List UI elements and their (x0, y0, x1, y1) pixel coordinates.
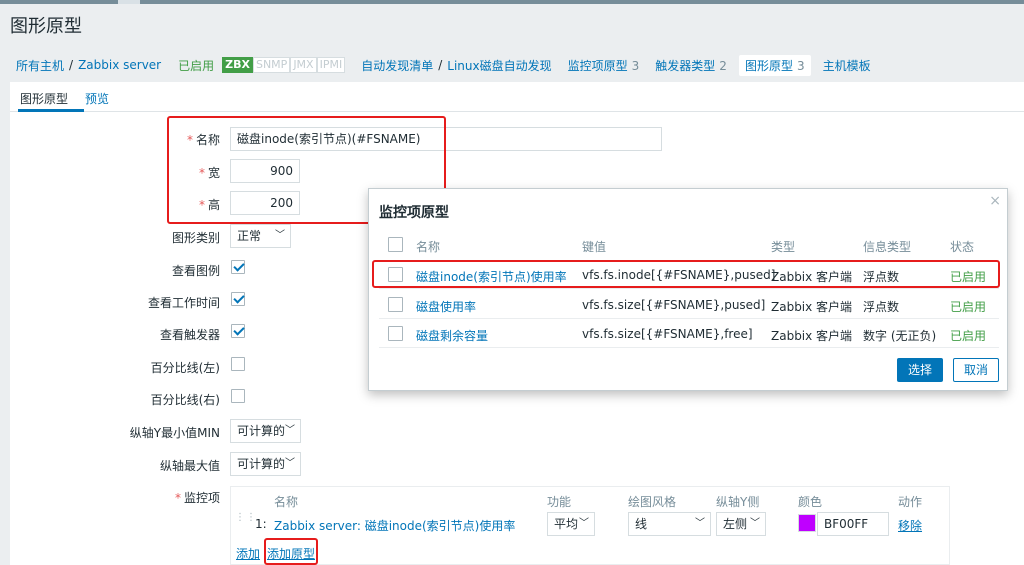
items-label: * 监控项 (174, 491, 220, 505)
percentile-right-label: 百分比线(右) (150, 393, 220, 407)
item-prototype-type: Zabbix 客户端 (771, 329, 853, 343)
item-prototype-status: 已启用 (950, 329, 987, 343)
tag-jmx: JMX (290, 57, 317, 73)
items-header-name: 名称 (274, 495, 299, 509)
chevron-down-icon: ﹀ (750, 518, 760, 529)
breadcrumb-separator: / (438, 58, 443, 72)
dialog-header-name: 名称 (416, 240, 441, 254)
nav-discovery-rule[interactable]: Linux磁盘自动发现 (447, 57, 551, 74)
top-bar-active-indicator (118, 0, 140, 4)
graph-type-label: 图形类别 (171, 231, 220, 245)
nav-trigger-types[interactable]: 触发器类型 2 (655, 57, 727, 74)
drag-handle-icon[interactable]: ⋮⋮ (235, 513, 256, 529)
item-y-side-select[interactable]: 左侧 ﹀ (716, 512, 766, 536)
items-table: 名称 功能 绘图风格 纵轴Y侧 颜色 动作 ⋮⋮ 1: Zabbix serve… (230, 486, 950, 565)
tag-snmp: SNMP (252, 57, 291, 73)
show-legend-label: 查看图例 (171, 264, 220, 278)
select-all-checkbox[interactable] (388, 237, 403, 252)
chevron-down-icon: ﹀ (285, 458, 295, 469)
breadcrumb-host[interactable]: Zabbix server (78, 58, 161, 72)
list-item[interactable]: 磁盘剩余容量 vfs.fs.size[{#FSNAME},free] Zabbi… (379, 319, 999, 348)
items-header-draw-style: 绘图风格 (628, 495, 677, 509)
dialog-title: 监控项原型 (379, 205, 449, 221)
item-prototype-info-type: 浮点数 (863, 300, 900, 314)
ymin-select[interactable]: 可计算的 ﹀ (230, 419, 301, 443)
tag-ipmi: IPMI (316, 57, 346, 73)
row-checkbox[interactable] (388, 297, 403, 312)
tab-graph-prototype[interactable]: 图形原型 (20, 90, 68, 107)
item-function-select[interactable]: 平均 ﹀ (547, 512, 595, 536)
highlight-box-selected-row (372, 260, 1000, 288)
percentile-left-checkbox[interactable] (231, 357, 245, 371)
items-header-y-side: 纵轴Y侧 (716, 495, 760, 509)
dialog-header-status: 状态 (950, 240, 975, 254)
chevron-down-icon: ﹀ (579, 518, 589, 529)
item-remove-link[interactable]: 移除 (898, 517, 922, 534)
percentile-right-checkbox[interactable] (231, 389, 245, 403)
breadcrumb-all-hosts[interactable]: 所有主机 (16, 57, 64, 74)
highlight-box-add-prototype (264, 538, 318, 565)
ymax-label: 纵轴最大值 (159, 459, 220, 473)
show-triggers-checkbox[interactable] (231, 324, 245, 338)
top-bar (0, 0, 1024, 4)
graph-type-select[interactable]: 正常 ﹀ (230, 224, 291, 248)
tab-preview[interactable]: 预览 (85, 90, 109, 107)
close-icon[interactable]: × (989, 193, 1001, 209)
item-prototype-key: vfs.fs.size[{#FSNAME},free] (582, 327, 753, 341)
dialog-header-key: 键值 (582, 240, 607, 254)
ymax-select[interactable]: 可计算的 ﹀ (230, 452, 301, 476)
tabs-bar: 图形原型 预览 (10, 82, 1024, 112)
host-status[interactable]: 已启用 (178, 57, 214, 74)
item-prototype-status: 已启用 (950, 300, 987, 314)
nav-graph-prototypes[interactable]: 图形原型 3 (738, 54, 811, 76)
item-color-swatch[interactable] (798, 514, 816, 532)
chevron-down-icon: ﹀ (285, 425, 295, 436)
item-draw-style-select[interactable]: 线 ﹀ (628, 512, 711, 536)
ymin-label: 纵轴Y最小值MIN (129, 426, 220, 440)
page-title: 图形原型 (10, 16, 82, 37)
select-button[interactable]: 选择 (897, 358, 943, 382)
tag-zbx: ZBX (222, 57, 253, 73)
list-item[interactable]: 磁盘使用率 vfs.fs.size[{#FSNAME},pused] Zabbi… (379, 290, 999, 319)
chevron-down-icon: ﹀ (695, 518, 705, 529)
nav-item-prototypes[interactable]: 监控项原型 3 (568, 57, 640, 74)
item-prototype-name-link[interactable]: 磁盘剩余容量 (416, 327, 488, 344)
cancel-button[interactable]: 取消 (953, 358, 999, 382)
show-working-time-checkbox[interactable] (231, 292, 245, 306)
item-prototype-info-type: 数字 (无正负) (863, 329, 937, 343)
item-color-input[interactable]: BF00FF (817, 512, 889, 536)
breadcrumb: 所有主机 / Zabbix server 已启用 ZBX SNMP JMX IP… (16, 54, 871, 76)
nav-discovery-list[interactable]: 自动发现清单 (361, 57, 433, 74)
chevron-down-icon: ﹀ (275, 230, 285, 241)
show-working-time-label: 查看工作时间 (147, 296, 220, 310)
breadcrumb-separator: / (69, 58, 74, 72)
add-item-link[interactable]: 添加 (236, 545, 260, 562)
item-prototype-key: vfs.fs.size[{#FSNAME},pused] (582, 298, 766, 312)
items-header-action: 动作 (898, 495, 923, 509)
show-triggers-label: 查看触发器 (159, 328, 220, 342)
item-prototype-name-link[interactable]: 磁盘使用率 (416, 298, 476, 315)
item-prototypes-dialog: 监控项原型 × 名称 键值 类型 信息类型 状态 磁盘inode(索引节点)使用… (368, 188, 1008, 391)
nav-host-templates[interactable]: 主机模板 (823, 57, 871, 74)
items-header-color: 颜色 (798, 495, 823, 509)
items-header-function: 功能 (547, 495, 572, 509)
percentile-left-label: 百分比线(左) (150, 361, 220, 375)
dialog-header-type: 类型 (771, 240, 796, 254)
row-checkbox[interactable] (388, 326, 403, 341)
item-prototype-type: Zabbix 客户端 (771, 300, 853, 314)
item-name-link[interactable]: Zabbix server: 磁盘inode(索引节点)使用率 (274, 517, 515, 534)
show-legend-checkbox[interactable] (231, 260, 245, 274)
item-index: 1: (255, 517, 267, 531)
dialog-header-info-type: 信息类型 (863, 240, 912, 254)
